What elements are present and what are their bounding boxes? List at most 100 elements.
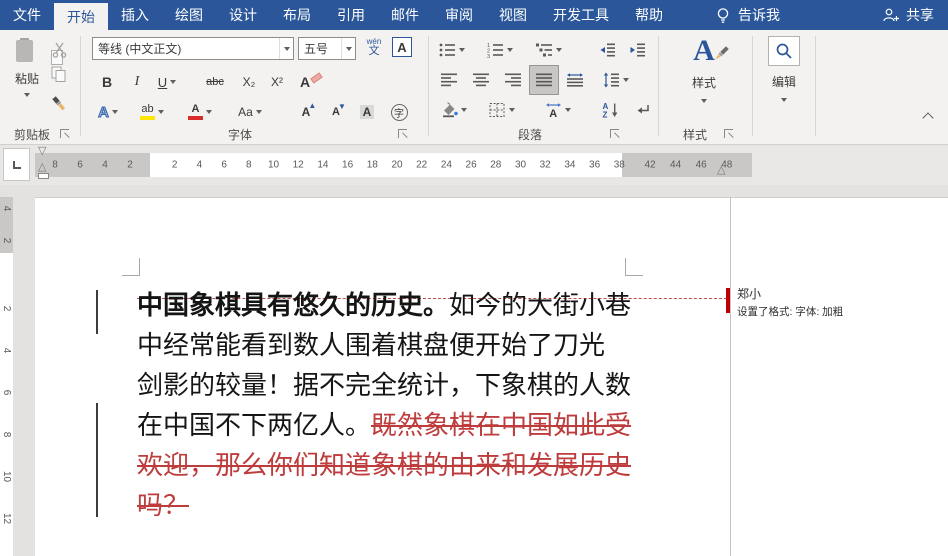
sort-button[interactable]: A Z — [596, 98, 624, 122]
grow-font-icon: A▲ — [302, 105, 311, 119]
font-size-value: 五号 — [299, 40, 341, 57]
change-case-dropdown-arrow[interactable] — [256, 110, 262, 114]
tab-developer[interactable]: 开发工具 — [540, 0, 622, 30]
text-effects-dropdown-arrow[interactable] — [112, 110, 118, 114]
paste-button[interactable]: 粘贴 — [8, 38, 46, 97]
font-group-label: 字体 — [180, 126, 300, 143]
tab-review[interactable]: 审阅 — [432, 0, 486, 30]
right-indent-marker[interactable]: △ — [717, 165, 725, 176]
multilevel-list-dropdown-arrow[interactable] — [556, 48, 562, 52]
justify-button[interactable] — [530, 66, 558, 94]
font-color-dropdown-arrow[interactable] — [206, 110, 212, 114]
format-painter-button[interactable] — [46, 92, 72, 116]
phonetic-guide-button[interactable]: wén 文 — [362, 35, 386, 59]
font-size-combo[interactable]: 五号 — [298, 37, 356, 60]
change-case-button[interactable]: Aa — [232, 100, 268, 124]
vertical-ruler[interactable]: 4224681012 — [0, 197, 13, 556]
increase-indent-button[interactable] — [624, 38, 650, 62]
asian-layout-dropdown-arrow[interactable] — [565, 108, 571, 112]
scissors-icon — [52, 42, 67, 58]
tab-view[interactable]: 视图 — [486, 0, 540, 30]
font-size-dropdown[interactable] — [341, 38, 355, 59]
highlight-dropdown-arrow[interactable] — [158, 110, 164, 114]
left-indent-marker[interactable] — [38, 173, 49, 179]
multilevel-list-button[interactable] — [532, 38, 566, 62]
editing-button[interactable]: 编辑 — [762, 36, 806, 102]
align-right-icon — [505, 72, 521, 88]
show-marks-button[interactable] — [630, 98, 656, 122]
align-left-button[interactable] — [436, 68, 462, 92]
font-name-combo[interactable]: 等线 (中文正文) — [92, 37, 294, 60]
asian-layout-button[interactable]: A — [538, 98, 578, 122]
hanging-indent-marker[interactable]: △ — [38, 162, 46, 173]
grow-font-button[interactable]: A▲ — [294, 100, 318, 124]
character-border-button[interactable]: A — [390, 35, 414, 59]
bullets-button[interactable] — [436, 38, 468, 62]
bold-button[interactable]: B — [96, 70, 118, 94]
document-text[interactable]: 中国象棋具有悠久的历史。如今的大街小巷 中经常能看到数人围着棋盘便开始了刀光 剑… — [137, 285, 653, 525]
collapse-ribbon-icon[interactable] — [922, 112, 933, 123]
revision-description: 设置了格式: 字体: 加粗 — [737, 304, 843, 319]
clear-formatting-button[interactable]: A — [296, 70, 326, 94]
clipboard-group-label: 剪贴板 — [0, 126, 64, 143]
shrink-font-button[interactable]: A▼ — [324, 100, 348, 124]
ruler-row: 8642246810121416182022242628303234363842… — [0, 145, 948, 185]
bullets-dropdown-arrow[interactable] — [459, 48, 465, 52]
paste-label: 粘贴 — [15, 70, 39, 87]
revision-annotation[interactable]: 郑小 设置了格式: 字体: 加粗 — [737, 285, 843, 319]
strikethrough-button[interactable]: abc — [200, 70, 230, 94]
text-effects-icon: A — [98, 104, 109, 121]
editing-dropdown-arrow[interactable] — [781, 98, 787, 102]
highlight-button[interactable]: ab — [134, 100, 170, 124]
tab-help[interactable]: 帮助 — [622, 0, 676, 30]
numbering-button[interactable]: 123 — [484, 38, 516, 62]
first-line-indent-marker[interactable]: ▽ — [38, 146, 46, 157]
share-button[interactable]: 共享 — [868, 5, 948, 25]
align-right-button[interactable] — [500, 68, 526, 92]
styles-button[interactable]: A 样式 — [672, 36, 736, 103]
group-separator — [80, 36, 81, 136]
align-center-button[interactable] — [468, 68, 494, 92]
tab-design[interactable]: 设计 — [216, 0, 270, 30]
tab-home[interactable]: 开始 — [54, 3, 108, 30]
distribute-button[interactable] — [562, 68, 588, 92]
borders-button[interactable] — [484, 98, 520, 122]
font-color-button[interactable]: A — [182, 100, 218, 124]
subscript-button[interactable]: X₂ — [236, 70, 262, 94]
line-spacing-button[interactable] — [598, 68, 634, 92]
tab-draw[interactable]: 绘图 — [162, 0, 216, 30]
paragraph-dialog-launcher[interactable] — [610, 129, 619, 138]
copy-button[interactable] — [46, 62, 72, 86]
subscript-icon: X₂ — [243, 75, 256, 89]
text-effects-button[interactable]: A — [92, 100, 124, 124]
clipboard-dialog-launcher[interactable] — [60, 129, 69, 138]
superscript-button[interactable]: X² — [264, 70, 290, 94]
tab-mailings[interactable]: 邮件 — [378, 0, 432, 30]
horizontal-ruler[interactable]: 8642246810121416182022242628303234363842… — [0, 153, 948, 177]
tab-file[interactable]: 文件 — [0, 0, 54, 30]
borders-dropdown-arrow[interactable] — [509, 108, 515, 112]
enclose-characters-button[interactable]: 字 — [386, 100, 412, 124]
tab-layout[interactable]: 布局 — [270, 0, 324, 30]
numbering-dropdown-arrow[interactable] — [507, 48, 513, 52]
styles-dialog-launcher[interactable] — [724, 129, 733, 138]
document-area[interactable]: 4224681012 郑小 设置了格式: 字体: 加粗 中国象棋具有悠久的历史。… — [0, 185, 948, 556]
group-separator — [752, 36, 753, 136]
tab-references[interactable]: 引用 — [324, 0, 378, 30]
italic-button[interactable]: I — [126, 70, 148, 94]
tab-insert[interactable]: 插入 — [108, 0, 162, 30]
font-name-dropdown[interactable] — [279, 38, 293, 59]
shading-button[interactable] — [436, 98, 472, 122]
styles-dropdown-arrow[interactable] — [701, 99, 707, 103]
font-dialog-launcher[interactable] — [398, 129, 407, 138]
underline-button[interactable]: U — [152, 70, 182, 94]
decrease-indent-button[interactable] — [594, 38, 620, 62]
tell-me-button[interactable]: 告诉我 — [705, 5, 790, 25]
line-spacing-dropdown-arrow[interactable] — [623, 78, 629, 82]
cut-button[interactable] — [46, 38, 72, 62]
character-shading-button[interactable]: A — [354, 100, 380, 124]
text-line: 在中国不下两亿人。既然象棋在中国如此受 — [137, 405, 653, 445]
paste-dropdown-arrow[interactable] — [24, 93, 30, 97]
underline-dropdown-arrow[interactable] — [170, 80, 176, 84]
shading-dropdown-arrow[interactable] — [461, 108, 467, 112]
